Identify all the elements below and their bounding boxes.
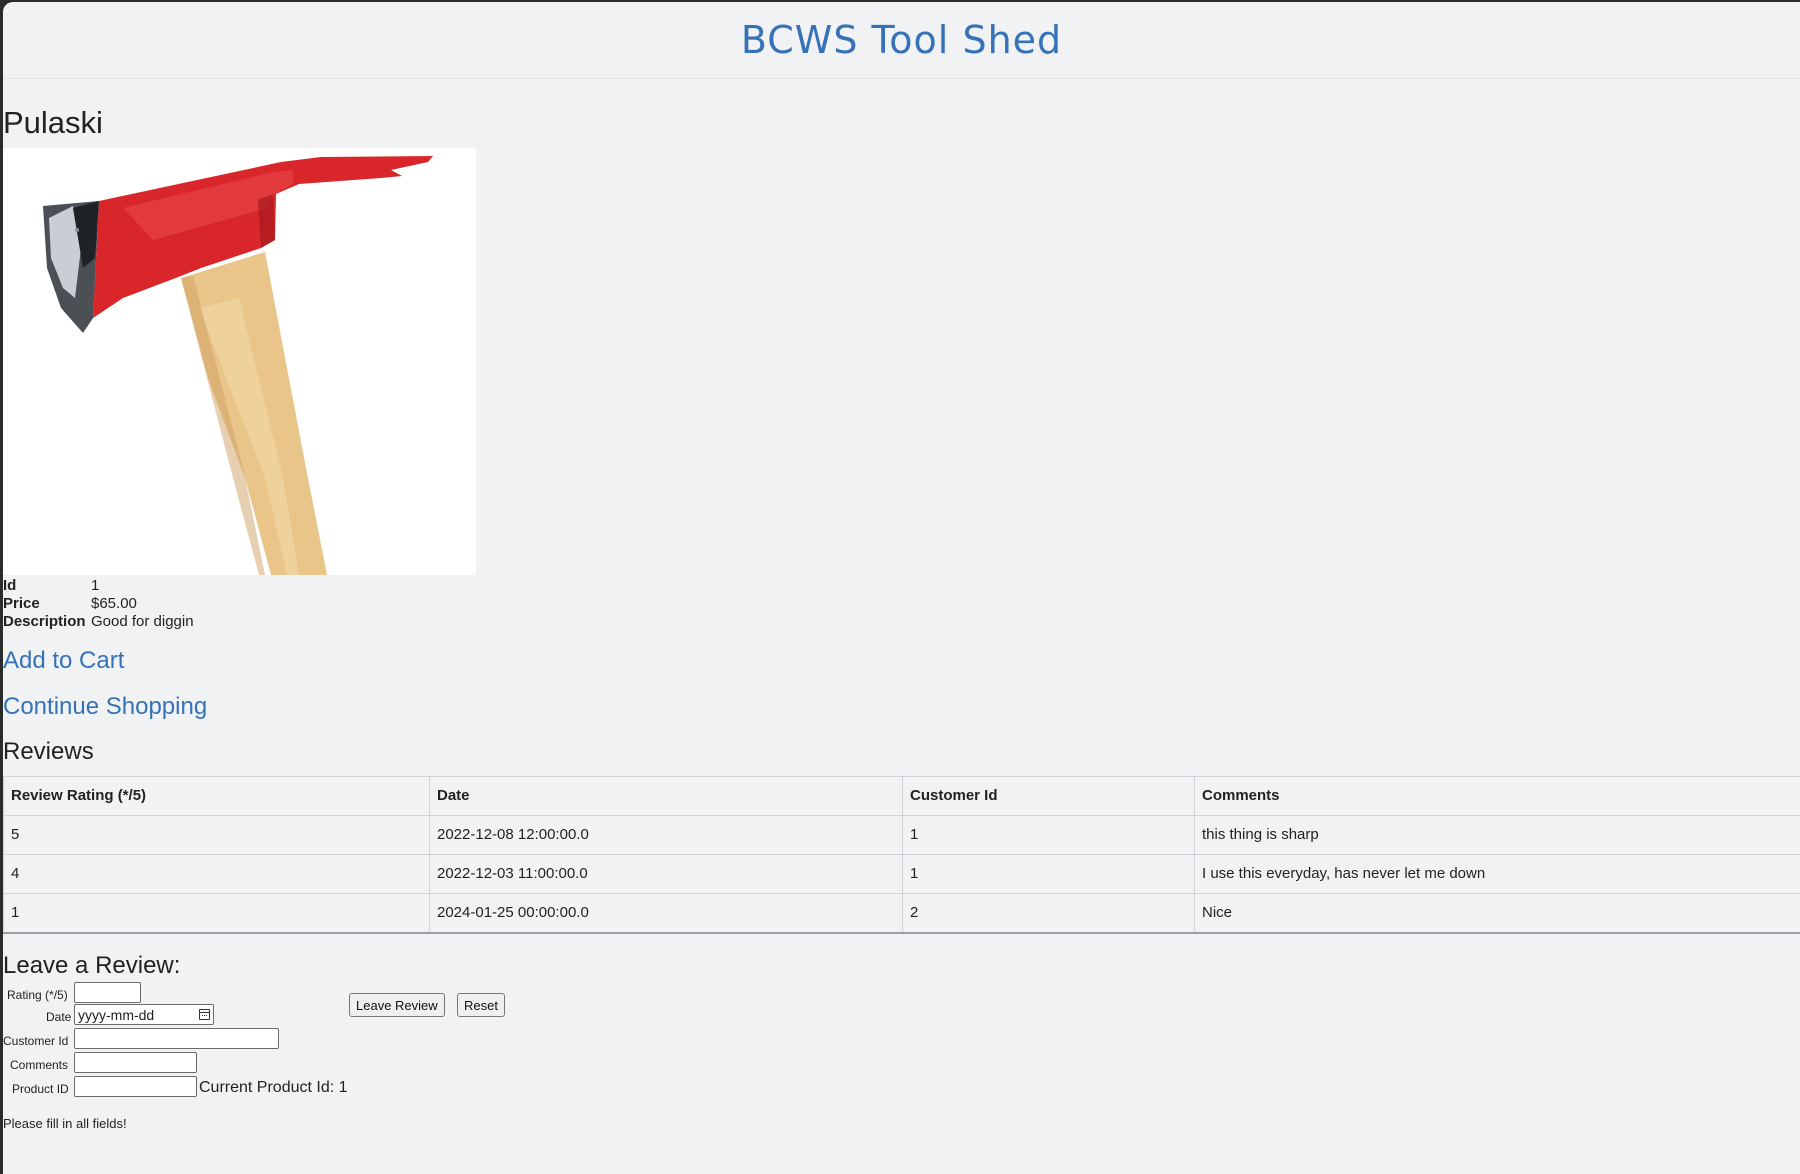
product-id-input[interactable] [74, 1076, 197, 1097]
calendar-icon[interactable] [199, 1009, 210, 1020]
detail-value: 1 [91, 577, 100, 594]
column-header-date: Date [429, 776, 903, 816]
detail-key: Description [3, 613, 86, 630]
detail-row-description: Description Good for diggin [3, 613, 194, 631]
review-date-cell: 2022-12-08 12:00:00.0 [429, 815, 903, 855]
review-comments-cell: this thing is sharp [1194, 815, 1800, 855]
table-row: 4 2022-12-03 11:00:00.0 1 I use this eve… [3, 854, 1800, 894]
review-comments-cell: I use this everyday, has never let me do… [1194, 854, 1800, 894]
review-rating-cell: 1 [3, 893, 430, 934]
reviews-table: Review Rating (*/5) Date Customer Id Com… [3, 776, 1800, 934]
table-row: 5 2022-12-08 12:00:00.0 1 this thing is … [3, 815, 1800, 855]
review-customer-cell: 1 [902, 854, 1195, 894]
date-placeholder: yyyy-mm-dd [78, 1006, 155, 1023]
column-header-customer-id: Customer Id [902, 776, 1195, 816]
date-label: Date [46, 1010, 72, 1024]
continue-shopping-link[interactable]: Continue Shopping [3, 693, 1800, 721]
reviews-heading: Reviews [3, 738, 94, 765]
customer-id-input[interactable] [74, 1028, 279, 1049]
review-rating-cell: 4 [3, 854, 430, 894]
product-id-label: Product ID [12, 1082, 69, 1096]
review-rating-cell: 5 [3, 815, 430, 855]
detail-value: Good for diggin [91, 613, 194, 630]
pulaski-axe-image [3, 148, 476, 575]
detail-value: $65.00 [91, 595, 137, 612]
rating-label: Rating (*/5) [7, 988, 68, 1002]
rating-input[interactable] [74, 982, 141, 1003]
detail-key: Price [3, 595, 40, 612]
site-header: BCWS Tool Shed [3, 2, 1800, 79]
review-customer-cell: 2 [902, 893, 1195, 934]
review-date-cell: 2022-12-03 11:00:00.0 [429, 854, 903, 894]
leave-review-heading: Leave a Review: [3, 952, 181, 979]
page: BCWS Tool Shed Pulaski Id 1 Price $65.00… [3, 2, 1800, 1174]
reset-button[interactable]: Reset [457, 993, 505, 1017]
column-header-rating: Review Rating (*/5) [3, 776, 430, 816]
comments-label: Comments [10, 1058, 69, 1072]
detail-row-price: Price $65.00 [3, 595, 194, 613]
leave-review-button[interactable]: Leave Review [349, 993, 445, 1017]
product-details: Id 1 Price $65.00 Description Good for d… [3, 577, 194, 631]
validation-message: Please fill in all fields! [3, 1116, 127, 1131]
review-form: Rating (*/5) Date yyyy-mm-dd Customer Id… [3, 980, 1800, 1131]
review-date-cell: 2024-01-25 00:00:00.0 [429, 893, 903, 934]
site-title: BCWS Tool Shed [740, 18, 1063, 62]
current-product-id: Current Product Id: 1 [199, 1079, 348, 1096]
column-header-comments: Comments [1194, 776, 1800, 816]
product-name: Pulaski [3, 105, 103, 140]
comments-input[interactable] [74, 1052, 197, 1073]
review-customer-cell: 1 [902, 815, 1195, 855]
date-input[interactable]: yyyy-mm-dd [74, 1004, 214, 1025]
detail-key: Id [3, 577, 17, 594]
customer-id-label: Customer Id [3, 1034, 69, 1048]
reviews-header-row: Review Rating (*/5) Date Customer Id Com… [3, 776, 1800, 816]
add-to-cart-link[interactable]: Add to Cart [3, 647, 1800, 675]
table-row: 1 2024-01-25 00:00:00.0 2 Nice [3, 893, 1800, 934]
detail-row-id: Id 1 [3, 577, 194, 595]
review-comments-cell: Nice [1194, 893, 1800, 934]
